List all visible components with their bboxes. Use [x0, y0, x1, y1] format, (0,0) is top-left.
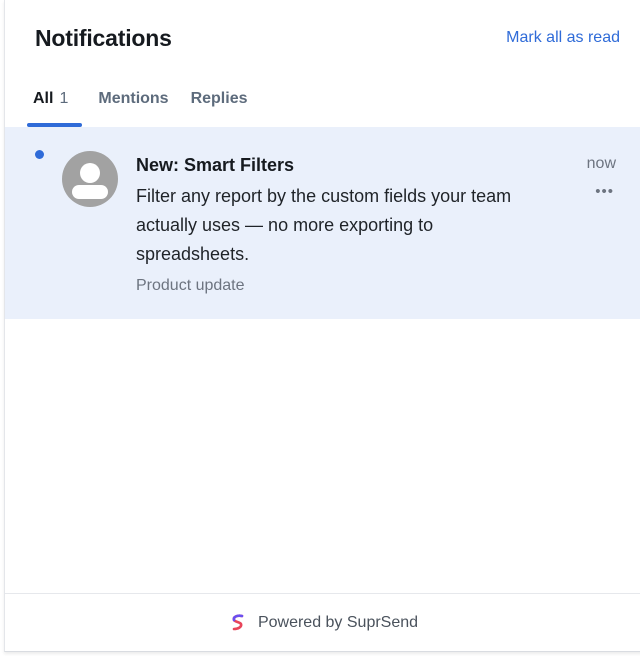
tab-mentions[interactable]: Mentions — [92, 86, 174, 127]
panel-footer: Powered by SuprSend — [5, 593, 640, 652]
user-avatar-icon — [62, 151, 118, 207]
powered-by-text[interactable]: Powered by SuprSend — [258, 614, 418, 632]
unread-indicator-dot — [35, 150, 44, 159]
panel-title: Notifications — [35, 24, 172, 51]
notification-category: Product update — [136, 277, 245, 294]
notification-content: New: Smart Filters Filter any report by … — [136, 153, 546, 297]
suprsend-logo-icon — [231, 614, 245, 632]
ellipsis-icon[interactable]: ••• — [595, 183, 614, 200]
notifications-panel: Notifications Mark all as read All 1 Ment… — [4, 0, 640, 652]
panel-header: Notifications Mark all as read — [35, 22, 620, 54]
notification-item[interactable]: New: Smart Filters Filter any report by … — [5, 127, 640, 319]
tab-mentions-label: Mentions — [98, 90, 169, 107]
notification-timestamp: now — [586, 155, 616, 172]
tab-replies-label: Replies — [190, 90, 248, 107]
tab-all-label: All — [33, 90, 54, 107]
tab-all-count: 1 — [59, 90, 69, 107]
notification-body: Filter any report by the custom fields y… — [136, 186, 512, 264]
tab-bar: All 1 Mentions Replies — [27, 86, 264, 127]
mark-all-read-link[interactable]: Mark all as read — [506, 29, 620, 47]
notification-title: New: Smart Filters — [136, 155, 295, 175]
tab-all[interactable]: All 1 — [27, 86, 83, 127]
tab-replies[interactable]: Replies — [185, 86, 254, 127]
